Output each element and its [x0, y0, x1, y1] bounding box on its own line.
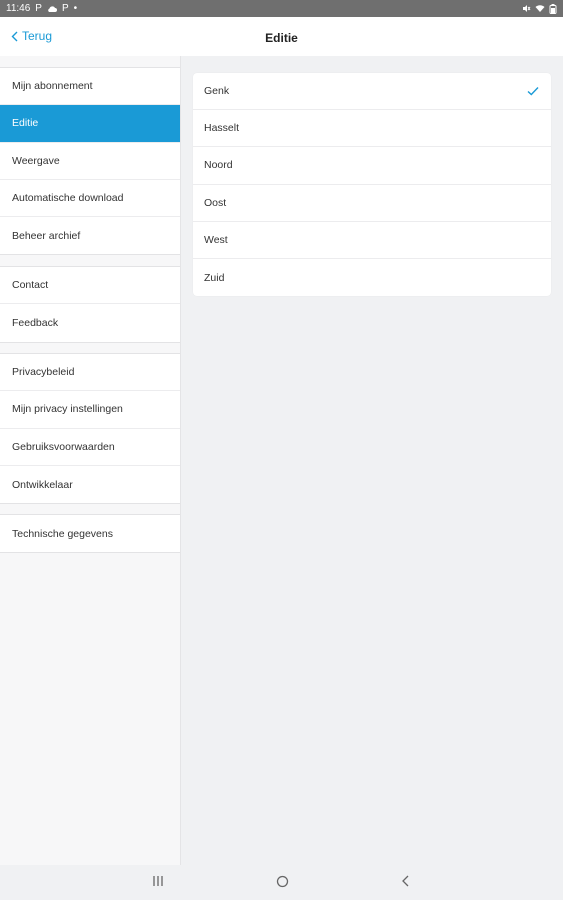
- notification-p-icon: P: [35, 3, 42, 14]
- sidebar-item-editie[interactable]: Editie: [0, 105, 180, 143]
- edition-option-label: Genk: [204, 85, 230, 98]
- edition-option-label: West: [204, 233, 228, 246]
- edition-option-label: Noord: [204, 159, 233, 172]
- cloud-icon: [48, 5, 57, 12]
- sidebar-item-beheer-archief[interactable]: Beheer archief: [0, 217, 180, 254]
- sidebar-item-automatische-download[interactable]: Automatische download: [0, 180, 180, 218]
- edition-option-west[interactable]: West: [193, 222, 551, 259]
- status-time: 11:46: [6, 3, 31, 14]
- edition-option-label: Oost: [204, 196, 227, 209]
- sidebar-item-ontwikkelaar[interactable]: Ontwikkelaar: [0, 466, 180, 503]
- sidebar-item-privacybeleid[interactable]: Privacybeleid: [0, 354, 180, 392]
- battery-icon: [549, 3, 557, 14]
- home-icon[interactable]: [276, 875, 289, 888]
- sidebar-group-legal: Privacybeleid Mijn privacy instellingen …: [0, 353, 180, 505]
- edition-option-genk[interactable]: Genk: [193, 73, 551, 111]
- status-bar: 11:46 P P •: [0, 0, 563, 17]
- back-button[interactable]: Terug: [11, 29, 52, 43]
- edition-option-oost[interactable]: Oost: [193, 185, 551, 222]
- sidebar-item-weergave[interactable]: Weergave: [0, 143, 180, 180]
- sidebar-item-technische-gegevens[interactable]: Technische gegevens: [0, 515, 180, 552]
- notification-dot-icon: •: [73, 3, 78, 14]
- wifi-icon: [535, 5, 545, 12]
- sidebar-item-feedback[interactable]: Feedback: [0, 304, 180, 341]
- edition-option-noord[interactable]: Noord: [193, 147, 551, 185]
- mute-icon: [523, 5, 531, 12]
- sidebar-item-contact[interactable]: Contact: [0, 267, 180, 305]
- settings-sidebar: Mijn abonnement Editie Weergave Automati…: [0, 56, 181, 865]
- notification-p-icon: P: [61, 3, 69, 14]
- sidebar-item-privacy-instellingen[interactable]: Mijn privacy instellingen: [0, 391, 180, 429]
- system-navigation-bar: [0, 865, 563, 900]
- edition-option-label: Zuid: [204, 271, 225, 284]
- sidebar-group-technical: Technische gegevens: [0, 514, 180, 554]
- chevron-left-icon: [11, 31, 18, 41]
- sidebar-group-account: Mijn abonnement Editie Weergave Automati…: [0, 67, 180, 256]
- edition-option-zuid[interactable]: Zuid: [193, 259, 551, 296]
- checkmark-icon: [527, 86, 539, 96]
- back-nav-icon[interactable]: [401, 875, 410, 887]
- page-title: Editie: [265, 31, 298, 45]
- edition-options-card: Genk Hasselt Noord Oost West Zuid: [193, 73, 551, 296]
- edition-option-label: Hasselt: [204, 122, 240, 135]
- sidebar-item-mijn-abonnement[interactable]: Mijn abonnement: [0, 68, 180, 106]
- recent-apps-icon[interactable]: [152, 875, 164, 887]
- top-nav-bar: Terug Editie: [0, 17, 563, 56]
- back-button-label: Terug: [22, 29, 53, 43]
- sidebar-group-support: Contact Feedback: [0, 266, 180, 343]
- sidebar-item-gebruiksvoorwaarden[interactable]: Gebruiksvoorwaarden: [0, 429, 180, 466]
- edition-option-hasselt[interactable]: Hasselt: [193, 110, 551, 148]
